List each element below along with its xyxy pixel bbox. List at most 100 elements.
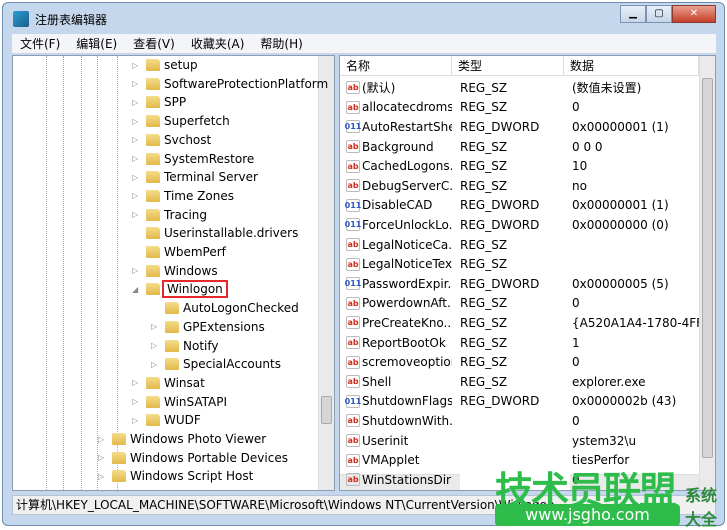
tree-item[interactable]: ▷ WinSATAPI xyxy=(132,393,227,411)
tree-item-label: SystemRestore xyxy=(164,151,255,166)
menu-bar: 文件(F) 编辑(E) 查看(V) 收藏夹(A) 帮助(H) xyxy=(12,34,716,53)
value-row[interactable]: ab Background REG_SZ 0 0 0 xyxy=(340,137,699,157)
expand-arrow-icon[interactable]: ▷ xyxy=(132,173,142,182)
tree-item[interactable]: ▷ SpecialAccounts xyxy=(151,355,281,373)
folder-icon xyxy=(146,264,160,277)
expand-arrow-icon[interactable]: ▷ xyxy=(132,266,142,275)
minimize-button[interactable]: ▁ xyxy=(620,5,646,23)
tree-item[interactable]: ▷ Notify xyxy=(151,337,218,355)
expand-arrow-icon[interactable]: ▷ xyxy=(132,61,142,70)
expand-arrow-icon[interactable]: ▷ xyxy=(132,191,142,200)
value-data: 0x00000001 (1) xyxy=(572,119,669,134)
value-row[interactable]: ab LegalNoticeCa... REG_SZ xyxy=(340,235,699,255)
menu-edit[interactable]: 编辑(E) xyxy=(68,35,125,52)
tree-item[interactable]: ▷ Windows Photo Viewer xyxy=(98,430,266,448)
folder-icon xyxy=(146,96,160,109)
tree-item[interactable]: ▷ GPExtensions xyxy=(151,318,265,336)
value-row[interactable]: ab ReportBootOk REG_SZ 1 xyxy=(340,333,699,353)
value-name: DebugServerC... xyxy=(362,178,452,193)
expand-arrow-icon[interactable]: ▷ xyxy=(98,453,108,462)
value-row[interactable]: ab PowerdownAft... REG_SZ 0 xyxy=(340,294,699,314)
tree-item[interactable]: ▷ Windows xyxy=(132,262,218,280)
value-data: 0 0 0 xyxy=(572,139,603,154)
expand-arrow-icon[interactable]: ▷ xyxy=(132,416,142,425)
folder-icon xyxy=(146,246,160,258)
menu-help[interactable]: 帮助(H) xyxy=(252,35,310,52)
value-row[interactable]: ab CachedLogons... REG_SZ 10 xyxy=(340,156,699,176)
value-row[interactable]: ab PreCreateKno... REG_SZ {A520A1A4-1780-4F… xyxy=(340,313,699,333)
tree-item[interactable]: ▷ Tracing xyxy=(132,206,207,224)
column-name[interactable]: 名称 xyxy=(340,56,452,75)
column-data[interactable]: 数据 xyxy=(564,56,699,75)
expand-arrow-icon[interactable]: ▷ xyxy=(132,154,142,163)
tree-item[interactable]: Userinstallable.drivers xyxy=(132,224,298,242)
expand-arrow-icon[interactable]: ◢ xyxy=(132,285,142,294)
value-row[interactable]: ab Shell REG_SZ explorer.exe xyxy=(340,372,699,392)
value-row[interactable]: ab (默认) REG_SZ (数值未设置) xyxy=(340,78,699,98)
expand-arrow-icon[interactable]: ▷ xyxy=(151,341,161,350)
tree-item[interactable]: ▷ Windows Portable Devices xyxy=(98,449,288,467)
value-type: REG_DWORD xyxy=(460,217,540,232)
menu-file[interactable]: 文件(F) xyxy=(12,35,68,52)
folder-icon xyxy=(146,171,160,184)
tree-item[interactable]: ▷ Windows Script Host xyxy=(98,467,253,485)
binary-value-icon: 011 xyxy=(344,198,362,212)
registry-editor-window: 注册表编辑器 ▁ ▢ ✕ 文件(F) 编辑(E) 查看(V) 收藏夹(A) 帮助… xyxy=(2,2,725,526)
tree-item[interactable]: ▷ Superfetch xyxy=(132,112,230,130)
menu-view[interactable]: 查看(V) xyxy=(125,35,183,52)
value-row[interactable]: 011AutoRestartShell REG_DWORD 0x00000001 (… xyxy=(340,117,699,137)
menu-favorites[interactable]: 收藏夹(A) xyxy=(183,35,253,52)
tree-item-label: Windows Portable Devices xyxy=(130,450,288,465)
tree-item[interactable]: ▷ setup xyxy=(132,56,198,74)
value-name: PreCreateKno... xyxy=(362,315,452,330)
tree-item[interactable]: ▷ SPP xyxy=(132,93,186,111)
expand-arrow-icon[interactable]: ▷ xyxy=(98,472,108,481)
value-type: REG_SZ xyxy=(460,335,508,350)
value-row[interactable]: 011 ShutdownFlags REG_DWORD 0x0000002b (43) xyxy=(340,392,699,412)
value-row[interactable]: ab allocatecdroms REG_SZ 0 xyxy=(340,98,699,118)
expand-arrow-icon[interactable]: ▷ xyxy=(132,79,142,88)
tree-item[interactable]: WbemPerf xyxy=(132,243,226,261)
expand-arrow-icon[interactable]: ▷ xyxy=(132,117,142,126)
values-scrollbar[interactable] xyxy=(699,56,715,490)
tree-item[interactable]: ▷ Terminal Server xyxy=(132,168,258,186)
value-row[interactable]: 011 PasswordExpir... REG_DWORD 0x00000005 (… xyxy=(340,274,699,294)
regedit-icon xyxy=(13,11,29,27)
tree-item[interactable]: ▷ WUDF xyxy=(132,411,201,429)
tree-item[interactable]: AutoLogonChecked xyxy=(151,299,299,317)
value-type: REG_SZ xyxy=(460,374,508,389)
tree-item[interactable]: ▷ SoftwareProtectionPlatform xyxy=(132,75,328,93)
value-name: scremoveoption xyxy=(362,355,452,370)
folder-icon xyxy=(112,451,126,464)
maximize-button[interactable]: ▢ xyxy=(646,5,672,23)
value-type: REG_SZ xyxy=(460,80,508,95)
tree-item[interactable]: ▷ Svchost xyxy=(132,131,211,149)
expand-arrow-icon[interactable]: ▷ xyxy=(132,397,142,406)
expand-arrow-icon[interactable]: ▷ xyxy=(98,435,108,444)
value-name: AutoRestartShell xyxy=(362,119,452,134)
expand-arrow-icon[interactable]: ▷ xyxy=(132,210,142,219)
close-button[interactable]: ✕ xyxy=(672,5,716,23)
value-row[interactable]: ab LegalNoticeText REG_SZ xyxy=(340,254,699,274)
value-row[interactable]: 011 ForceUnlockLo... REG_DWORD 0x00000000 (… xyxy=(340,215,699,235)
expand-arrow-icon[interactable]: ▷ xyxy=(151,322,161,331)
tree-item[interactable]: ◢ Winlogon xyxy=(132,280,228,299)
value-name: ShutdownWith... xyxy=(362,413,452,428)
watermark-logo: 技术员联盟 系统大全 www.jsgho.com xyxy=(495,460,727,529)
tree-scrollbar[interactable] xyxy=(318,56,334,490)
value-data: 0x0000002b (43) xyxy=(572,394,677,409)
expand-arrow-icon[interactable]: ▷ xyxy=(132,98,142,107)
value-row[interactable]: 011 DisableCAD REG_DWORD 0x00000001 (1) xyxy=(340,196,699,216)
tree-item[interactable]: ▷ SystemRestore xyxy=(132,150,254,168)
folder-icon xyxy=(146,189,160,202)
expand-arrow-icon[interactable]: ▷ xyxy=(151,360,161,369)
tree-item[interactable]: ▷ Winsat xyxy=(132,374,205,392)
column-type[interactable]: 类型 xyxy=(452,56,564,75)
tree-item[interactable]: ▷ Time Zones xyxy=(132,187,234,205)
tree-item-label: SPP xyxy=(164,95,187,110)
expand-arrow-icon[interactable]: ▷ xyxy=(132,135,142,144)
string-value-icon: ab xyxy=(346,257,360,271)
expand-arrow-icon[interactable]: ▷ xyxy=(132,378,142,387)
value-row[interactable]: ab scremoveoption REG_SZ 0 xyxy=(340,352,699,372)
value-row[interactable]: ab DebugServerC... REG_SZ no xyxy=(340,176,699,196)
